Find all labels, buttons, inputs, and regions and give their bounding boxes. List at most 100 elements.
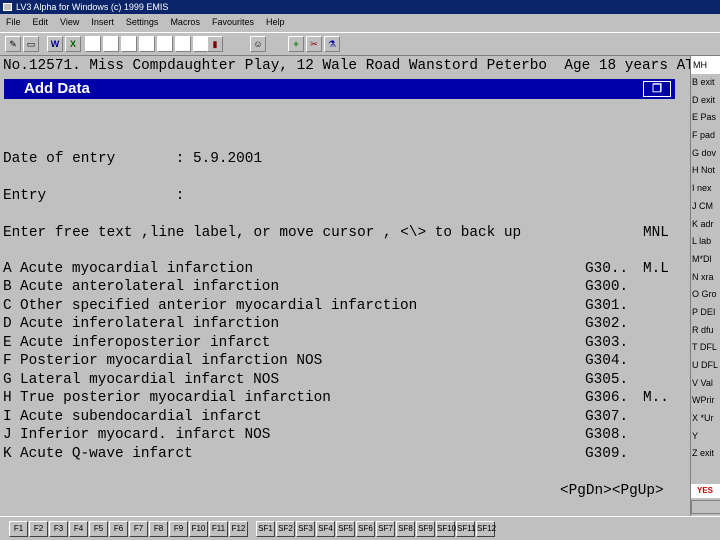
command-item[interactable]: H Not bbox=[691, 162, 720, 180]
menu-edit[interactable]: Edit bbox=[33, 14, 49, 30]
fkey-button[interactable]: F1 bbox=[9, 521, 28, 537]
fkey-button[interactable]: SF11 bbox=[456, 521, 476, 537]
row-code: G307. bbox=[585, 409, 629, 425]
date-of-entry: Date of entry : 5.9.2001 bbox=[3, 151, 263, 167]
flask-icon[interactable]: ⚗ bbox=[324, 36, 340, 52]
toolbar-slot-5[interactable] bbox=[157, 36, 173, 52]
fkey-button[interactable]: SF4 bbox=[316, 521, 335, 537]
row-key: A bbox=[3, 261, 12, 277]
command-item[interactable]: L lab bbox=[691, 233, 720, 251]
command-item[interactable]: T DFL bbox=[691, 339, 720, 357]
fkey-button[interactable]: F3 bbox=[49, 521, 68, 537]
row-term: Lateral myocardial infarct NOS bbox=[20, 372, 280, 388]
add-icon[interactable]: + bbox=[288, 36, 304, 52]
fkey-button[interactable]: SF2 bbox=[276, 521, 295, 537]
command-item[interactable]: K adr bbox=[691, 216, 720, 234]
row-code: G306. bbox=[585, 390, 629, 406]
fkey-button[interactable]: SF5 bbox=[336, 521, 355, 537]
fkey-button[interactable]: F9 bbox=[169, 521, 188, 537]
command-item[interactable]: WPrir bbox=[691, 392, 720, 410]
command-item[interactable]: E Pas bbox=[691, 109, 720, 127]
command-item[interactable]: F pad bbox=[691, 127, 720, 145]
menu-view[interactable]: View bbox=[60, 14, 79, 30]
restore-icon[interactable]: ❐ bbox=[643, 81, 671, 97]
row-key: C bbox=[3, 298, 12, 314]
command-item[interactable]: N xra bbox=[691, 269, 720, 287]
fkey-button[interactable]: F11 bbox=[209, 521, 228, 537]
tools-icon[interactable]: ✂ bbox=[306, 36, 322, 52]
row-term: Acute Q-wave infarct bbox=[20, 446, 193, 462]
row-code: G309. bbox=[585, 446, 629, 462]
fkey-button[interactable]: F10 bbox=[189, 521, 208, 537]
title-bar: LV3 Alpha for Windows (c) 1999 EMIS bbox=[0, 0, 720, 14]
row-code: G305. bbox=[585, 372, 629, 388]
fkey-button[interactable]: SF8 bbox=[396, 521, 415, 537]
command-item[interactable]: I nex bbox=[691, 180, 720, 198]
row-code: G302. bbox=[585, 316, 629, 332]
fkey-button[interactable]: SF1 bbox=[256, 521, 275, 537]
toolbar-slot-3[interactable] bbox=[121, 36, 137, 52]
fkey-button[interactable]: F8 bbox=[149, 521, 168, 537]
row-code: G30.. bbox=[585, 261, 629, 277]
command-item[interactable]: X *Ur bbox=[691, 410, 720, 428]
fkey-button[interactable]: SF7 bbox=[376, 521, 395, 537]
terminal-screen[interactable]: No.12571. Miss Compdaughter Play, 12 Wal… bbox=[0, 56, 694, 516]
right-command-panel: MH B exit D exit E Pas F pad G dov H Not… bbox=[690, 56, 720, 516]
row-key: I bbox=[3, 409, 12, 425]
fkey-button[interactable]: F6 bbox=[109, 521, 128, 537]
row-term: True posterior myocardial infarction bbox=[20, 390, 331, 406]
row-code: G301. bbox=[585, 298, 629, 314]
fkey-button[interactable]: SF9 bbox=[416, 521, 435, 537]
fkey-button[interactable]: F4 bbox=[69, 521, 88, 537]
menu-macros[interactable]: Macros bbox=[170, 14, 200, 30]
row-key: F bbox=[3, 353, 12, 369]
row-key: H bbox=[3, 390, 12, 406]
menu-favourites[interactable]: Favourites bbox=[212, 14, 254, 30]
command-item[interactable]: V Val bbox=[691, 375, 720, 393]
row-term: Acute anterolateral infarction bbox=[20, 279, 280, 295]
fkey-button[interactable]: F7 bbox=[129, 521, 148, 537]
person-icon[interactable]: ☺ bbox=[250, 36, 266, 52]
menu-settings[interactable]: Settings bbox=[126, 14, 159, 30]
fkey-button[interactable]: SF3 bbox=[296, 521, 315, 537]
paging-hint[interactable]: <PgDn><PgUp> bbox=[560, 483, 664, 499]
row-key: D bbox=[3, 316, 12, 332]
row-code: G308. bbox=[585, 427, 629, 443]
row-key: E bbox=[3, 335, 12, 351]
fkey-button[interactable]: SF10 bbox=[436, 521, 456, 537]
book-icon[interactable]: ▮ bbox=[207, 36, 223, 52]
command-item[interactable]: M*Dl bbox=[691, 251, 720, 269]
edit-icon[interactable]: ✎ bbox=[5, 36, 21, 52]
folder-icon[interactable]: ▭ bbox=[23, 36, 39, 52]
word-icon[interactable]: W bbox=[47, 36, 63, 52]
prompt-line: Enter free text ,line label, or move cur… bbox=[3, 225, 522, 241]
command-item[interactable]: Z exit bbox=[691, 445, 720, 463]
fkey-button[interactable]: F2 bbox=[29, 521, 48, 537]
fkey-button[interactable]: F5 bbox=[89, 521, 108, 537]
entry-field[interactable]: Entry : bbox=[3, 188, 184, 204]
fkey-button[interactable]: F12 bbox=[229, 521, 248, 537]
command-item[interactable]: R dfu bbox=[691, 322, 720, 340]
toolbar-slot-1[interactable] bbox=[85, 36, 101, 52]
fkey-button[interactable]: SF6 bbox=[356, 521, 375, 537]
command-item[interactable]: D exit bbox=[691, 92, 720, 110]
toolbar-slot-4[interactable] bbox=[139, 36, 155, 52]
add-data-banner: Add Data ❐ bbox=[4, 79, 675, 99]
command-item[interactable]: P DEI bbox=[691, 304, 720, 322]
menu-insert[interactable]: Insert bbox=[91, 14, 114, 30]
menu-help[interactable]: Help bbox=[266, 14, 285, 30]
command-item[interactable]: Y bbox=[691, 428, 720, 446]
command-item[interactable]: J CM bbox=[691, 198, 720, 216]
toolbar-slot-6[interactable] bbox=[175, 36, 191, 52]
patient-header: No.12571. Miss Compdaughter Play, 12 Wal… bbox=[3, 58, 694, 74]
menu-file[interactable]: File bbox=[6, 14, 21, 30]
menu-bar: File Edit View Insert Settings Macros Fa… bbox=[0, 14, 720, 30]
command-item[interactable]: O Gro bbox=[691, 286, 720, 304]
command-item[interactable]: B exit bbox=[691, 74, 720, 92]
command-item[interactable]: G dov bbox=[691, 145, 720, 163]
fkey-button[interactable]: SF12 bbox=[476, 521, 496, 537]
row-term: Acute subendocardial infarct bbox=[20, 409, 262, 425]
command-item[interactable]: U DFL bbox=[691, 357, 720, 375]
excel-icon[interactable]: X bbox=[65, 36, 81, 52]
toolbar-slot-2[interactable] bbox=[103, 36, 119, 52]
